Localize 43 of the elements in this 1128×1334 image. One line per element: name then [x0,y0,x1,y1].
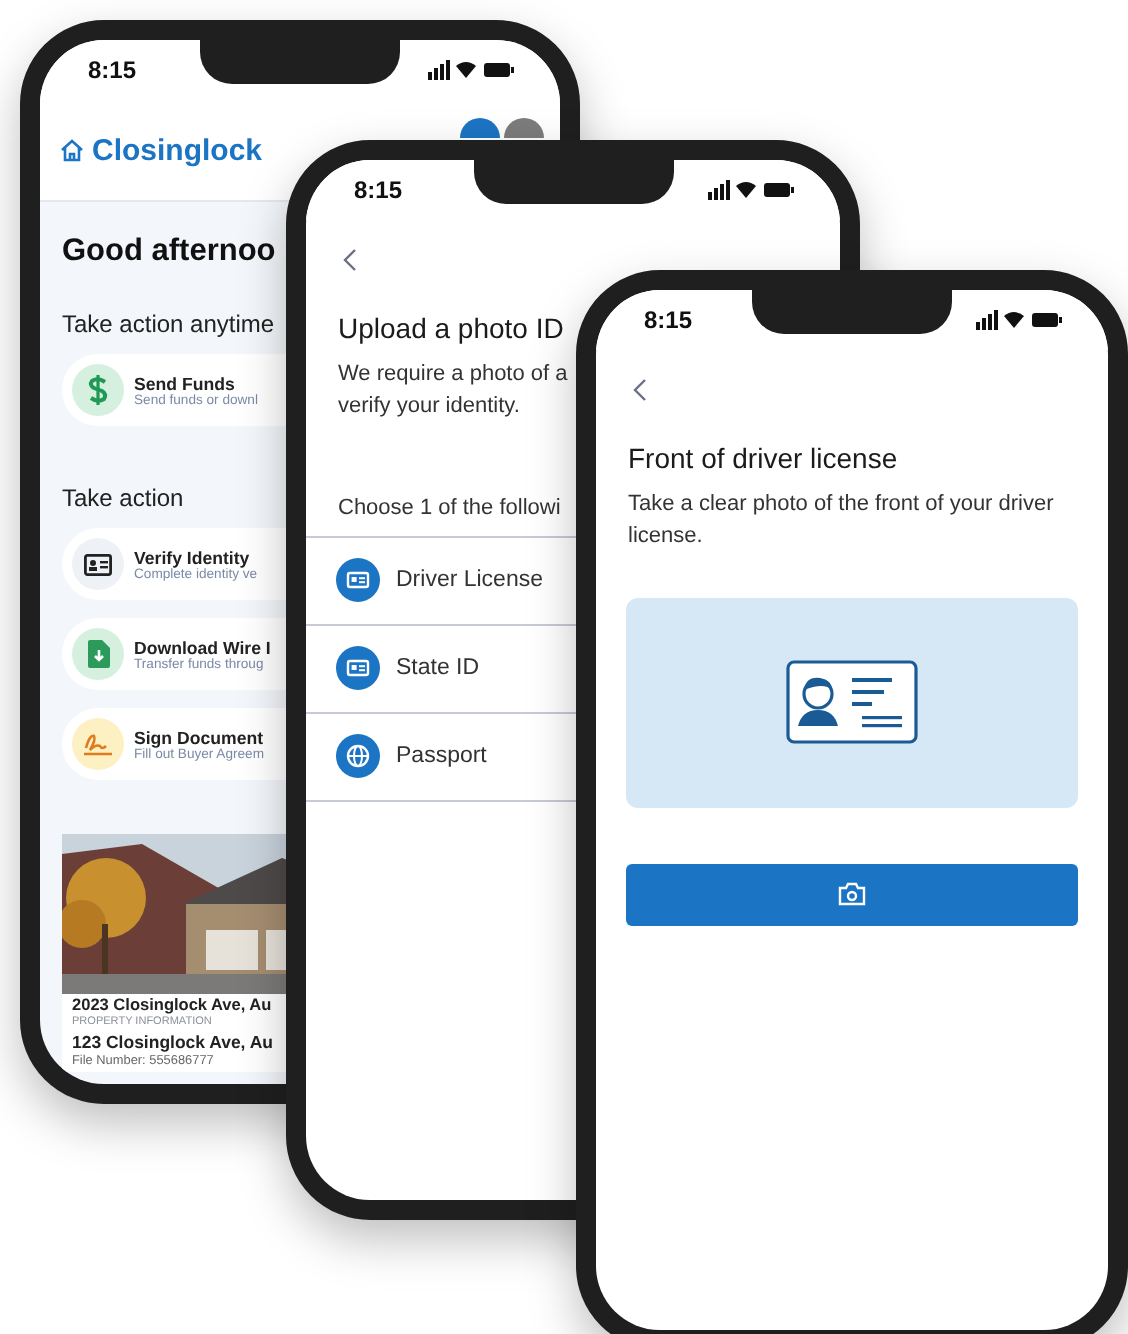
option-label: State ID [396,656,480,681]
section-title: Take action anytime [62,310,275,338]
action-title: Sign Document [134,727,264,747]
status-icons [976,310,1064,330]
prompt: Choose 1 of the followi [338,495,561,520]
status-icons [708,180,796,200]
back-icon[interactable] [632,378,648,402]
signature-icon [82,732,114,756]
photo-area[interactable] [626,597,1078,808]
document-download-icon [87,640,109,668]
id-card-icon [336,558,380,603]
globe-icon [336,734,380,779]
id-option[interactable]: Driver License [306,535,576,624]
action-title: Send Funds [134,373,237,393]
screen-title: Upload a photo ID [338,312,564,344]
property-address: 123 Closinglock Ave, Au [70,1031,273,1054]
screen-title: Front of driver license [628,442,898,474]
property-title: 2023 Closinglock Ave, Au [70,994,272,1016]
dollar-icon [86,374,110,406]
camera-icon [838,882,866,907]
action-title: Verify Identity [134,547,252,567]
brand-name: Closinglock [92,133,263,167]
id-card-icon [84,553,112,575]
id-card-drawing [786,660,918,745]
avatar[interactable] [504,118,544,138]
avatar[interactable] [460,118,500,138]
section-title: Take action [62,484,184,512]
option-label: Passport [396,744,487,769]
back-icon[interactable] [342,248,358,272]
camera-button[interactable] [626,863,1078,926]
status-time: 8:15 [88,56,137,84]
id-option[interactable]: State ID [306,623,576,712]
description: Take a clear photo of the front of your driver license. [628,490,1056,552]
status-icons [428,60,516,80]
status-time: 8:15 [644,306,693,334]
status-time: 8:15 [354,176,403,204]
greeting: Good afternoo [62,234,276,270]
id-option[interactable]: Passport [306,711,576,800]
house-icon [60,138,84,162]
description: We require a photo of a verify your identity. [338,360,568,422]
action-title: Download Wire I [134,637,271,657]
option-label: Driver License [396,568,543,593]
id-card-icon [336,646,380,691]
